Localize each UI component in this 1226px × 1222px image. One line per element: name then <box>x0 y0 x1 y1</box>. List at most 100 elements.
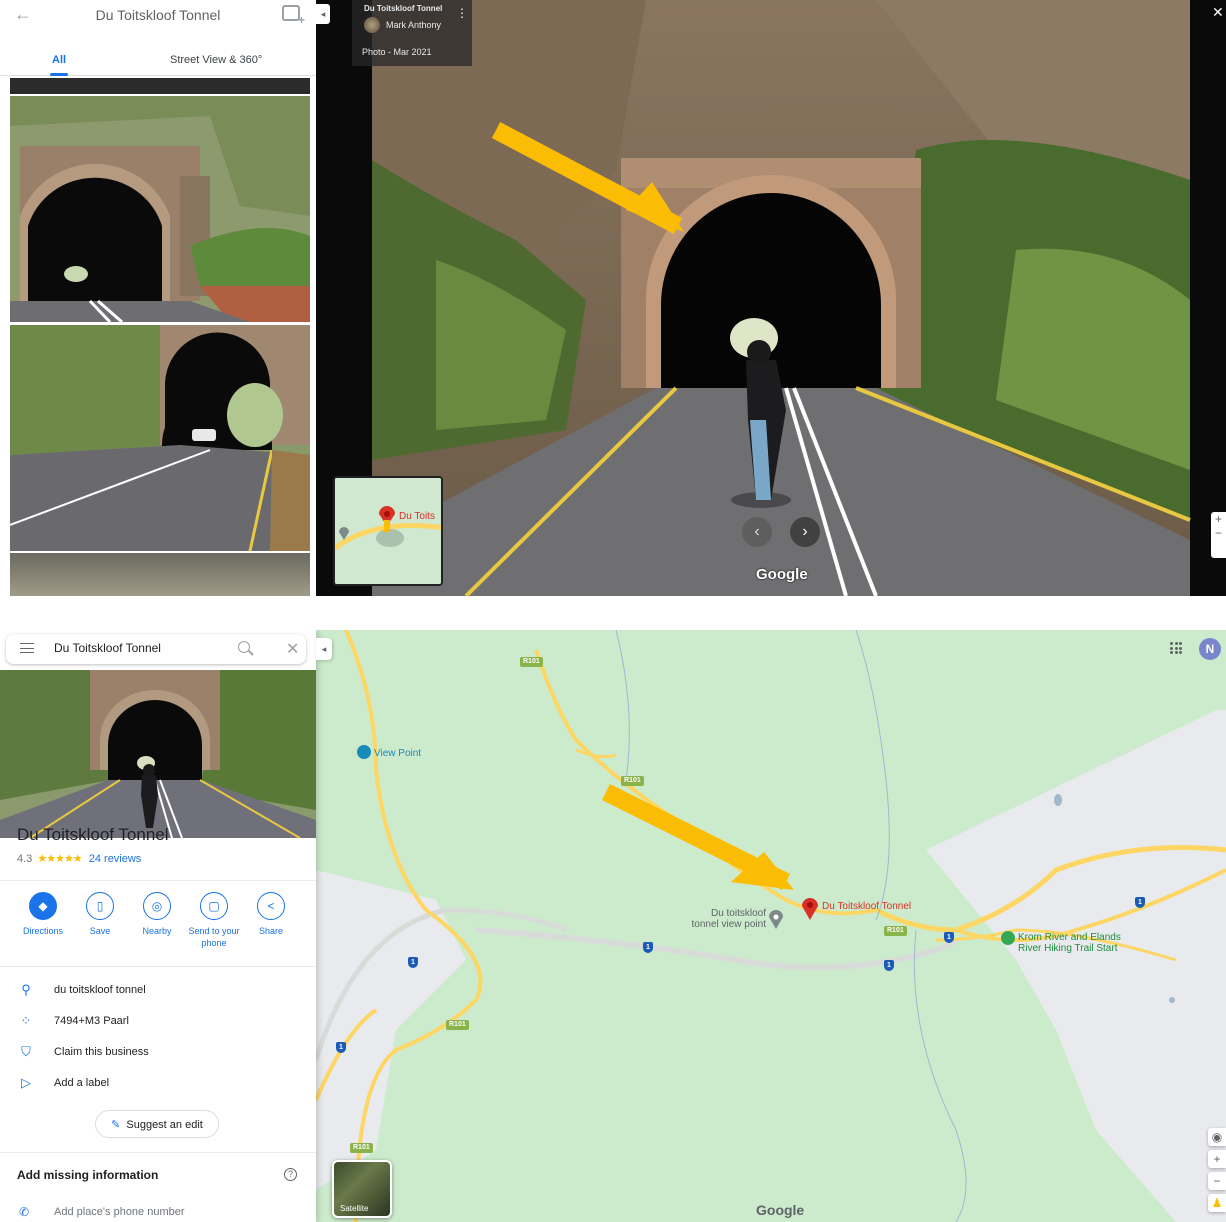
photo-author-card: Du Toitskloof Tonnel Mark Anthony Photo … <box>352 0 472 66</box>
photos-title: Du Toitskloof Tonnel <box>95 7 221 23</box>
minimap[interactable]: Du Toits <box>333 476 443 586</box>
pencil-icon: ✎ <box>111 1118 121 1131</box>
search-icon[interactable] <box>238 641 250 653</box>
collapse-panel-button[interactable]: ◂ <box>316 638 332 660</box>
action-buttons: ◆ Directions ▯ Save ◎ Nearby ▢ Send to y… <box>8 892 308 952</box>
tab-all[interactable]: All <box>52 54 66 66</box>
tab-street-view[interactable]: Street View & 360° <box>170 54 262 66</box>
directions-button[interactable]: ◆ Directions <box>13 892 73 937</box>
info-text: Add a label <box>54 1077 110 1089</box>
avatar[interactable]: N <box>1199 638 1221 660</box>
photos-sidebar: ← Du Toitskloof Tonnel All Street View &… <box>0 0 316 596</box>
missing-info-heading: Add missing information <box>17 1168 159 1182</box>
action-label: Directions <box>22 926 63 936</box>
add-phone-link[interactable]: Add place's phone number <box>54 1206 185 1218</box>
photos-header: ← Du Toitskloof Tonnel <box>0 0 316 30</box>
route-shield-n1: 1 <box>944 932 954 943</box>
info-row-address[interactable]: ⚲ du toitskloof tonnel <box>0 978 316 1008</box>
action-label: Save <box>89 926 111 936</box>
photo-thumbnail[interactable] <box>10 78 310 94</box>
divider <box>0 966 316 967</box>
close-icon[interactable]: ✕ <box>1212 4 1224 21</box>
map-label-view-point[interactable]: View Point <box>374 748 421 759</box>
route-shield-n1: 1 <box>408 957 418 968</box>
author-place: Du Toitskloof Tonnel <box>364 4 443 13</box>
suggest-edit-button[interactable]: ✎ Suggest an edit <box>95 1110 219 1138</box>
info-text: 7494+M3 Paarl <box>54 1015 129 1027</box>
shield-check-icon: ⛉ <box>21 1044 31 1059</box>
tunnel-photo-1 <box>10 96 310 322</box>
pegman-icon[interactable]: ♟ <box>1208 1194 1226 1212</box>
chevron-right-icon[interactable]: › <box>790 517 820 547</box>
zoom-in-button[interactable]: + − <box>1211 512 1226 558</box>
map-graphic <box>316 630 1226 1222</box>
route-shield-r101: R101 <box>350 1143 373 1153</box>
info-row-add-label[interactable]: ▷ Add a label <box>0 1071 316 1101</box>
send-to-phone-icon: ▢ <box>200 892 228 920</box>
more-options-icon[interactable]: ⋮ <box>456 6 468 20</box>
label-icon: ▷ <box>21 1075 31 1090</box>
add-photo-icon[interactable] <box>282 5 305 27</box>
satellite-label: Satellite <box>340 1204 369 1213</box>
reviews-link[interactable]: 24 reviews <box>89 853 142 865</box>
close-icon[interactable]: ✕ <box>286 639 299 659</box>
send-to-phone-button[interactable]: ▢ Send to your phone <box>184 892 244 949</box>
search-input[interactable] <box>54 641 224 655</box>
action-label: Nearby <box>142 926 172 936</box>
suggest-edit-label: Suggest an edit <box>126 1118 203 1131</box>
place-side-panel: ✕ Du Toitskloof Tonnel 4.3 <box>0 630 316 1222</box>
satellite-layer-button[interactable]: Satellite <box>332 1160 392 1218</box>
photo-tabs: All Street View & 360° <box>0 46 316 76</box>
minimap-graphic <box>335 478 441 584</box>
save-button[interactable]: ▯ Save <box>70 892 130 937</box>
route-shield-n1: 1 <box>884 960 894 971</box>
google-logo: Google <box>756 566 808 583</box>
divider <box>0 1152 316 1153</box>
nearby-icon: ◎ <box>143 892 171 920</box>
tunnel-photo-2 <box>10 325 310 551</box>
location-pin-icon: ⚲ <box>21 982 31 997</box>
route-shield-n1: 1 <box>336 1042 346 1053</box>
tab-underline <box>50 73 68 76</box>
info-row-plus-code[interactable]: ⁘ 7494+M3 Paarl <box>0 1009 316 1039</box>
photo-thumbnail[interactable] <box>10 325 310 551</box>
collapse-sidebar-button[interactable]: ◂ <box>316 4 330 24</box>
minimap-place-label: Du Toits <box>399 511 435 522</box>
help-icon[interactable]: ? <box>284 1168 297 1181</box>
menu-icon[interactable] <box>20 643 34 653</box>
nearby-button[interactable]: ◎ Nearby <box>127 892 187 937</box>
route-shield-n1: 1 <box>1135 897 1145 908</box>
photo-thumbnail[interactable] <box>10 96 310 322</box>
bookmark-icon: ▯ <box>86 892 114 920</box>
google-logo: Google <box>756 1202 805 1218</box>
map-label-tonnel-view-point[interactable]: Du toitskloof tonnel view point <box>682 908 767 930</box>
author-avatar[interactable] <box>364 17 380 33</box>
my-location-icon[interactable]: ◉ <box>1208 1128 1226 1146</box>
route-shield-r101: R101 <box>446 1020 469 1030</box>
author-name[interactable]: Mark Anthony <box>386 20 441 30</box>
apps-grid-icon[interactable] <box>1170 642 1182 654</box>
photo-thumbnail[interactable] <box>10 553 310 596</box>
zoom-in-button[interactable]: + <box>1208 1150 1226 1168</box>
chevron-left-icon[interactable]: ‹ <box>742 517 772 547</box>
place-hero-photo[interactable] <box>0 670 316 838</box>
maps-screenshot: View Point Du toitskloof tonnel view poin… <box>0 630 1226 1222</box>
share-button[interactable]: < Share <box>241 892 301 937</box>
share-icon: < <box>257 892 285 920</box>
map-label-hiking-trail[interactable]: Krom River and Elands River Hiking Trail … <box>1018 932 1121 954</box>
info-text: du toitskloof tonnel <box>54 984 146 996</box>
map-label-tunnel[interactable]: Du Toitskloof Tonnel <box>822 901 911 912</box>
map-canvas[interactable]: View Point Du toitskloof tonnel view poin… <box>316 630 1226 1222</box>
plus-code-icon: ⁘ <box>20 1013 32 1028</box>
zoom-out-button[interactable]: − <box>1208 1172 1226 1190</box>
action-label: Send to your phone <box>188 926 240 948</box>
phone-icon: ✆ <box>19 1205 30 1219</box>
rating-value: 4.3 <box>17 853 33 865</box>
info-row-claim-business[interactable]: ⛉ Claim this business <box>0 1040 316 1070</box>
route-shield-r101: R101 <box>621 776 644 786</box>
directions-icon: ◆ <box>29 892 57 920</box>
route-shield-r101: R101 <box>520 657 543 667</box>
hero-tunnel-photo <box>0 670 316 838</box>
main-photo[interactable] <box>316 0 1226 596</box>
info-text: Claim this business <box>54 1046 149 1058</box>
